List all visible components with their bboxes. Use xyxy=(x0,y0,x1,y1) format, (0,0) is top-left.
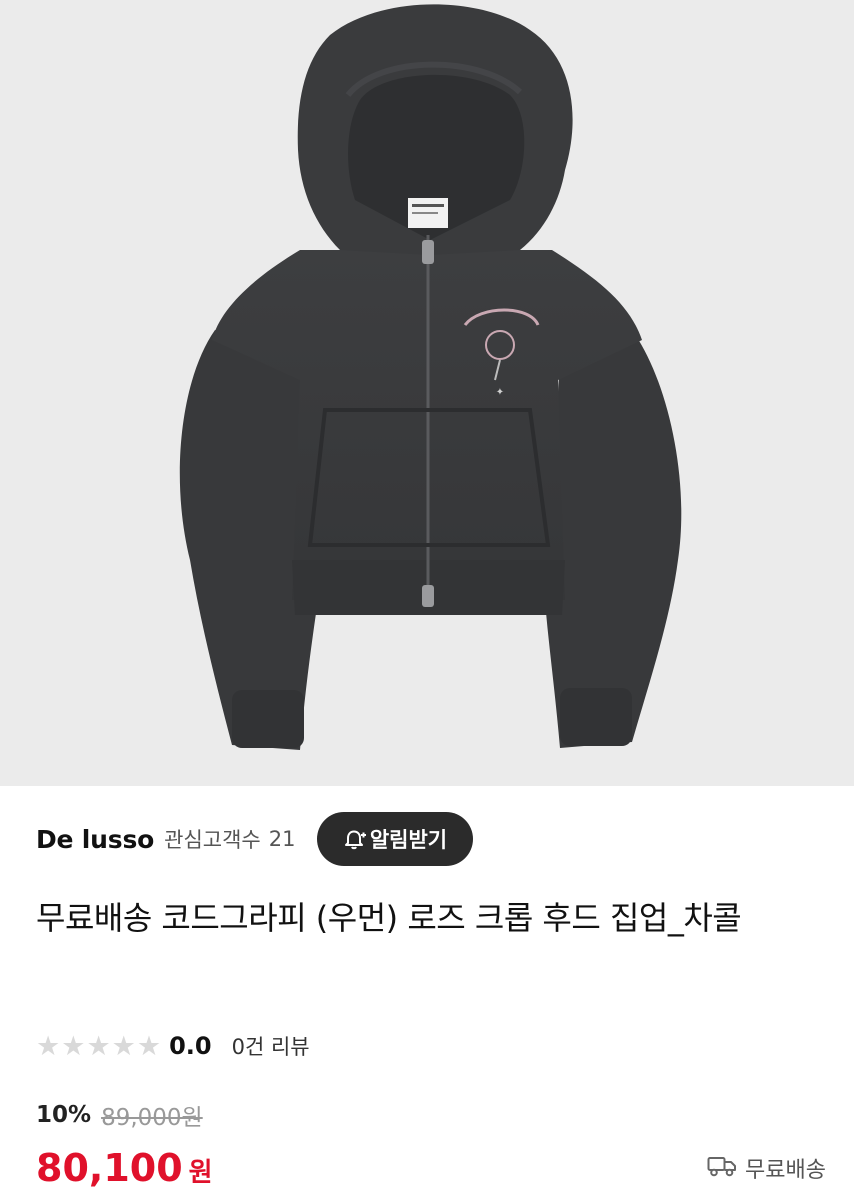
alarm-button[interactable]: 알림받기 xyxy=(317,812,474,866)
store-name[interactable]: De lusso xyxy=(36,825,154,854)
star-icon: ★ xyxy=(136,1030,162,1062)
shipping-info: 무료배송 xyxy=(707,1152,826,1184)
product-title: 무료배송 코드그라피 (우먼) 로즈 크롭 후드 집업_차콜 xyxy=(36,899,742,937)
hoodie-illustration: ✦ xyxy=(179,4,682,750)
rating-score: 0.0 xyxy=(169,1032,212,1060)
star-icon: ★ xyxy=(111,1030,136,1062)
truck-icon xyxy=(707,1155,737,1181)
discount-rate: 10% xyxy=(36,1102,92,1128)
favorite-count: 21 xyxy=(268,827,296,851)
alarm-button-label: 알림받기 xyxy=(369,828,448,852)
star-rating: ★ ★ ★ ★ ★ xyxy=(36,1033,161,1060)
original-price: 89,000원 xyxy=(101,1105,203,1131)
favorite-label: 관심고객수 xyxy=(164,828,261,852)
rating-row[interactable]: ★ ★ ★ ★ ★ 0.0 0건 리뷰 xyxy=(36,1026,310,1066)
svg-text:✦: ✦ xyxy=(496,387,504,398)
price-discount-row: 10% 89,000원 xyxy=(36,1097,203,1133)
store-row: De lusso 관심고객수 21 알림받기 xyxy=(36,812,826,866)
star-icon: ★ xyxy=(61,1030,86,1062)
final-price-row: 80,100 원 무료배송 xyxy=(36,1142,826,1194)
star-icon: ★ xyxy=(36,1030,61,1062)
product-image[interactable]: ✦ xyxy=(0,0,854,786)
final-price-value: 80,100 xyxy=(36,1146,183,1190)
review-count[interactable]: 0건 리뷰 xyxy=(232,1031,310,1061)
bell-plus-icon xyxy=(344,828,366,850)
currency-label: 원 xyxy=(188,1158,213,1188)
final-price: 80,100 원 xyxy=(36,1146,213,1190)
star-icon: ★ xyxy=(86,1030,111,1062)
shipping-label: 무료배송 xyxy=(745,1158,826,1183)
